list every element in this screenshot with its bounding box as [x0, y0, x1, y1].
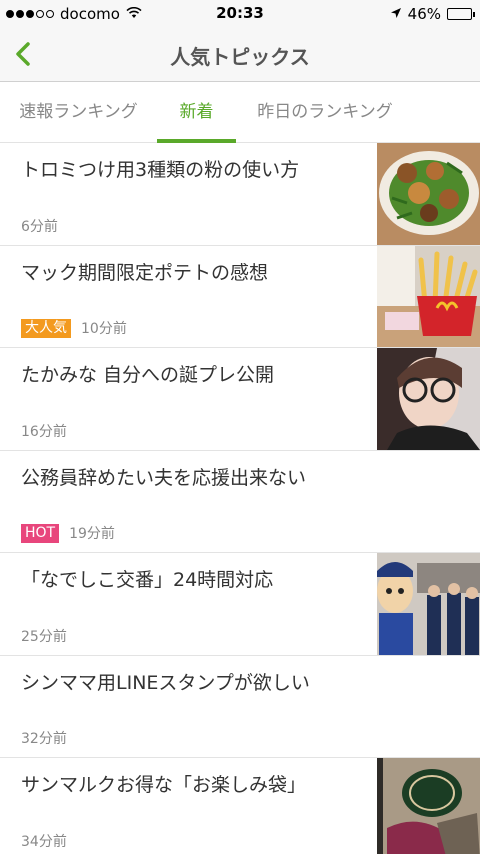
- police-mascot-thumbnail: [377, 553, 480, 655]
- list-item[interactable]: 「なでしこ交番」24時間対応 25分前: [0, 553, 480, 656]
- battery-percent: 46%: [407, 5, 441, 23]
- topic-list: トロミつけ用3種類の粉の使い方 6分前 マック期間限定ポテトの感想 大人気 10…: [0, 143, 480, 854]
- item-title: たかみな 自分への誕プレ公開: [21, 364, 275, 386]
- list-item[interactable]: サンマルクお得な「お楽しみ袋」 34分前: [0, 758, 480, 854]
- item-meta: HOT 19分前: [21, 523, 115, 543]
- item-meta: 32分前: [21, 728, 67, 748]
- hot-badge: HOT: [21, 523, 60, 543]
- list-item[interactable]: シンママ用LINEスタンプが欲しい 32分前: [0, 656, 480, 758]
- item-title: 「なでしこ交番」24時間対応: [21, 569, 274, 591]
- item-title: トロミつけ用3種類の粉の使い方: [21, 159, 300, 181]
- item-time: 19分前: [69, 526, 115, 542]
- status-right: 46%: [390, 5, 475, 23]
- nav-bar: 人気トピックス: [0, 28, 480, 82]
- food-plate-thumbnail: [377, 143, 480, 245]
- tab-yesterday-ranking[interactable]: 昨日のランキング: [236, 83, 414, 143]
- location-arrow-icon: [390, 5, 402, 23]
- item-title: サンマルクお得な「お楽しみ袋」: [21, 774, 307, 796]
- item-title: 公務員辞めたい夫を応援出来ない: [21, 466, 307, 489]
- status-bar: docomo 20:33 46%: [0, 0, 480, 28]
- item-time: 34分前: [21, 833, 67, 850]
- popular-badge: 大人気: [21, 318, 71, 338]
- battery-icon: [447, 8, 475, 20]
- item-title: マック期間限定ポテトの感想: [21, 261, 269, 284]
- item-time: 6分前: [21, 218, 58, 235]
- fries-thumbnail: [377, 245, 480, 348]
- list-item[interactable]: 公務員辞めたい夫を応援出来ない HOT 19分前: [0, 451, 480, 553]
- portrait-glasses-thumbnail: [377, 348, 480, 450]
- list-item[interactable]: トロミつけ用3種類の粉の使い方 6分前: [0, 143, 480, 246]
- item-meta: 25分前: [21, 626, 67, 646]
- item-meta: 16分前: [21, 421, 67, 441]
- item-title: シンママ用LINEスタンプが欲しい: [21, 671, 310, 694]
- list-item[interactable]: たかみな 自分への誕プレ公開 16分前: [0, 348, 480, 451]
- tab-bar: 速報ランキング 新着 昨日のランキング: [0, 83, 480, 143]
- item-time: 32分前: [21, 731, 67, 747]
- item-meta: 34分前: [21, 831, 67, 851]
- item-meta: 大人気 10分前: [21, 318, 127, 338]
- tab-breaking-ranking[interactable]: 速報ランキング: [0, 83, 157, 143]
- bag-thumbnail: [377, 758, 480, 854]
- list-item[interactable]: マック期間限定ポテトの感想 大人気 10分前: [0, 245, 480, 348]
- item-meta: 6分前: [21, 216, 58, 236]
- item-time: 16分前: [21, 423, 67, 440]
- tab-new[interactable]: 新着: [157, 83, 236, 143]
- item-time: 25分前: [21, 628, 67, 645]
- page-title: 人気トピックス: [170, 45, 310, 69]
- item-time: 10分前: [81, 321, 127, 337]
